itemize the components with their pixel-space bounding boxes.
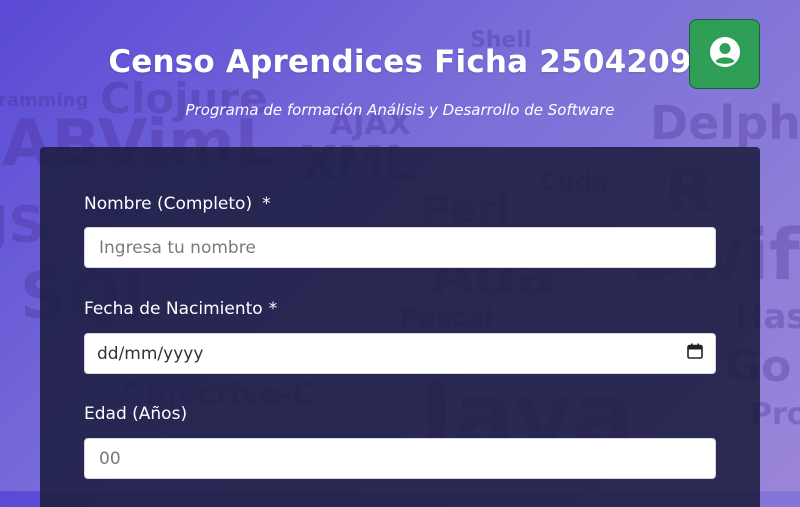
date-value: dd/mm/yyyy — [97, 343, 204, 364]
name-label: Nombre (Completo) * — [84, 194, 271, 214]
calendar-icon[interactable] — [687, 343, 703, 364]
birthdate-input[interactable]: dd/mm/yyyy — [84, 333, 716, 374]
birthdate-label-text: Fecha de Nacimiento — [84, 299, 263, 319]
page-header: Censo Aprendices Ficha 2504209 Programa … — [0, 0, 800, 140]
page-title: Censo Aprendices Ficha 2504209 — [108, 44, 692, 80]
required-mark: * — [262, 194, 271, 214]
age-label: Edad (Años) — [84, 404, 187, 424]
name-label-text: Nombre (Completo) — [84, 194, 253, 214]
age-input[interactable] — [97, 447, 703, 470]
user-circle-icon — [709, 36, 741, 72]
age-field[interactable] — [84, 438, 716, 479]
user-profile-button[interactable] — [689, 19, 760, 89]
page-subtitle: Programa de formación Análisis y Desarro… — [185, 101, 615, 119]
required-mark: * — [268, 299, 278, 319]
age-label-text: Edad (Años) — [84, 404, 188, 424]
birthdate-label: Fecha de Nacimiento * — [84, 299, 277, 319]
name-input[interactable] — [97, 236, 703, 259]
name-field[interactable] — [84, 227, 716, 268]
bg-word: JS — [0, 196, 45, 254]
